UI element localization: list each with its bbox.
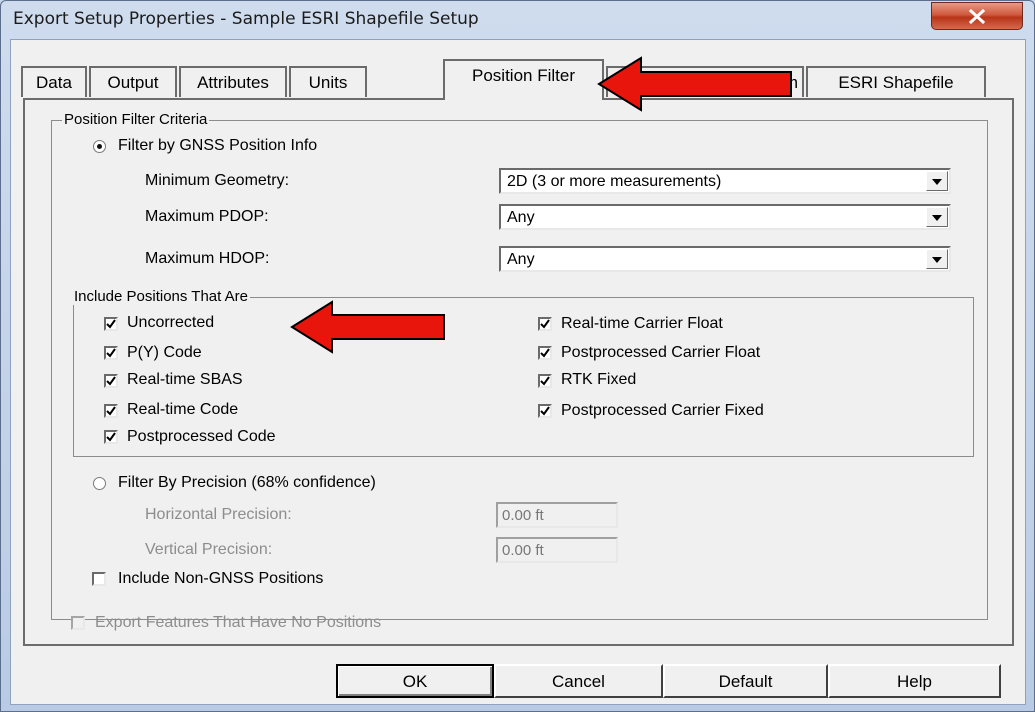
include-non-gnss-checkbox[interactable] bbox=[92, 572, 106, 586]
py-code-checkbox[interactable] bbox=[104, 346, 118, 360]
cancel-button[interactable]: Cancel bbox=[494, 664, 663, 698]
tab-position-filter[interactable]: Position Filter bbox=[443, 59, 604, 100]
postprocessed-carrier-fixed-label: Postprocessed Carrier Fixed bbox=[561, 402, 764, 419]
button-label: OK bbox=[402, 672, 428, 691]
realtime-sbas-checkbox[interactable] bbox=[104, 374, 118, 388]
export-no-positions-label: Export Features That Have No Positions bbox=[95, 614, 382, 631]
dialog-client: Data Output Attributes Units Position Fi… bbox=[10, 39, 1026, 705]
active-tab-joint bbox=[445, 97, 602, 101]
check-icon bbox=[540, 348, 550, 358]
filter-gnss-label: Filter by GNSS Position Info bbox=[118, 137, 318, 154]
rtk-fixed-label: RTK Fixed bbox=[561, 371, 637, 388]
tab-label: Output bbox=[107, 73, 159, 92]
group-label: Position Filter Criteria bbox=[62, 111, 210, 128]
uncorrected-checkbox[interactable] bbox=[104, 317, 118, 331]
button-label: Help bbox=[897, 672, 932, 691]
field-value: 0.00 ft bbox=[502, 542, 544, 559]
realtime-code-label: Real-time Code bbox=[127, 401, 239, 418]
group-label: Include Positions That Are bbox=[72, 288, 250, 305]
postprocessed-code-checkbox[interactable] bbox=[104, 430, 118, 444]
chevron-down-icon[interactable] bbox=[926, 171, 948, 191]
dialog-window: Export Setup Properties - Sample ESRI Sh… bbox=[0, 0, 1035, 712]
tab-label: Units bbox=[308, 73, 348, 92]
rtk-fixed-checkbox[interactable] bbox=[538, 374, 552, 388]
annotation-arrow-icon bbox=[597, 56, 792, 112]
check-icon bbox=[106, 376, 116, 386]
realtime-code-checkbox[interactable] bbox=[104, 404, 118, 418]
chevron-down-icon[interactable] bbox=[926, 249, 948, 269]
default-button[interactable]: Default bbox=[663, 664, 828, 698]
postprocessed-carrier-float-checkbox[interactable] bbox=[538, 346, 552, 360]
window-title: Export Setup Properties - Sample ESRI Sh… bbox=[13, 9, 479, 29]
help-button[interactable]: Help bbox=[828, 664, 1001, 698]
postprocessed-code-label: Postprocessed Code bbox=[127, 428, 276, 445]
horizontal-precision-label: Horizontal Precision: bbox=[145, 506, 292, 523]
title-bar: Export Setup Properties - Sample ESRI Sh… bbox=[1, 1, 1034, 39]
tab-attributes[interactable]: Attributes bbox=[179, 66, 287, 97]
minimum-geometry-select[interactable]: 2D (3 or more measurements) bbox=[499, 168, 951, 194]
check-icon bbox=[540, 319, 550, 329]
select-value: Any bbox=[507, 251, 535, 268]
tab-label: ESRI Shapefile bbox=[838, 73, 954, 92]
check-icon bbox=[540, 406, 550, 416]
tab-esri-shapefile[interactable]: ESRI Shapefile bbox=[806, 66, 986, 97]
maximum-pdop-select[interactable]: Any bbox=[499, 204, 951, 230]
tab-output[interactable]: Output bbox=[89, 66, 177, 97]
vertical-precision-field[interactable]: 0.00 ft bbox=[496, 537, 618, 563]
tab-units[interactable]: Units bbox=[289, 66, 367, 97]
check-icon bbox=[540, 376, 550, 386]
close-button[interactable] bbox=[931, 2, 1023, 30]
ok-button[interactable]: OK bbox=[336, 664, 494, 698]
py-code-label: P(Y) Code bbox=[127, 344, 202, 361]
select-value: Any bbox=[507, 209, 535, 226]
check-icon bbox=[106, 348, 116, 358]
uncorrected-label: Uncorrected bbox=[127, 314, 215, 331]
minimum-geometry-label: Minimum Geometry: bbox=[145, 172, 290, 189]
tab-label: Attributes bbox=[197, 73, 269, 92]
maximum-hdop-label: Maximum HDOP: bbox=[145, 250, 270, 267]
horizontal-precision-field[interactable]: 0.00 ft bbox=[496, 502, 618, 528]
postprocessed-carrier-float-label: Postprocessed Carrier Float bbox=[561, 344, 761, 361]
filter-precision-radio[interactable] bbox=[93, 477, 106, 490]
annotation-arrow-icon bbox=[290, 300, 445, 354]
filter-precision-label: Filter By Precision (68% confidence) bbox=[118, 474, 376, 491]
check-icon bbox=[106, 406, 116, 416]
postprocessed-carrier-fixed-checkbox[interactable] bbox=[538, 404, 552, 418]
tab-label: Data bbox=[36, 73, 72, 92]
tab-label: Position Filter bbox=[472, 66, 575, 85]
check-icon bbox=[106, 432, 116, 442]
filter-gnss-radio[interactable] bbox=[93, 140, 106, 153]
tab-data[interactable]: Data bbox=[21, 66, 87, 97]
select-value: 2D (3 or more measurements) bbox=[507, 173, 722, 190]
maximum-hdop-select[interactable]: Any bbox=[499, 246, 951, 272]
vertical-precision-label: Vertical Precision: bbox=[145, 541, 273, 558]
include-non-gnss-label: Include Non-GNSS Positions bbox=[118, 570, 324, 587]
close-icon bbox=[968, 9, 986, 24]
field-value: 0.00 ft bbox=[502, 507, 544, 524]
realtime-sbas-label: Real-time SBAS bbox=[127, 371, 243, 388]
button-label: Default bbox=[718, 672, 773, 691]
export-no-positions-checkbox[interactable] bbox=[71, 616, 85, 630]
realtime-carrier-float-label: Real-time Carrier Float bbox=[561, 315, 723, 332]
check-icon bbox=[106, 319, 116, 329]
maximum-pdop-label: Maximum PDOP: bbox=[145, 208, 269, 225]
chevron-down-icon[interactable] bbox=[926, 207, 948, 227]
button-label: Cancel bbox=[552, 672, 605, 691]
realtime-carrier-float-checkbox[interactable] bbox=[538, 317, 552, 331]
